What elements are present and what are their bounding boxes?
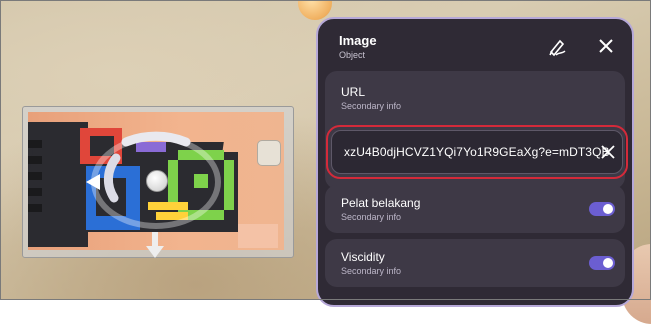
- url-secondary-info: Secondary info: [341, 101, 402, 111]
- clear-url-icon[interactable]: [600, 144, 616, 160]
- viscidity-secondary-info: Secondary info: [341, 266, 402, 276]
- url-label: URL: [341, 85, 366, 99]
- panel-subtitle: Object: [339, 50, 366, 60]
- toggle-knob: [603, 258, 613, 268]
- close-icon[interactable]: [596, 36, 616, 56]
- toggle-knob: [603, 204, 613, 214]
- hand-grab-icon[interactable]: [257, 140, 281, 166]
- backplate-label: Pelat belakang: [341, 196, 421, 210]
- move-down-arrow-icon[interactable]: [146, 232, 164, 258]
- backplate-setting: Pelat belakang Secondary info: [325, 185, 625, 233]
- viscidity-setting: Viscidity Secondary info: [325, 239, 625, 287]
- panel-title: Image: [339, 33, 377, 48]
- gizmo-center-handle[interactable]: [146, 170, 168, 192]
- viscidity-toggle[interactable]: [589, 256, 615, 270]
- backplate-toggle[interactable]: [589, 202, 615, 216]
- panel-header: Image Object: [318, 19, 632, 77]
- url-input[interactable]: xzU4B0djHCVZ1YQi7Yo1R9GEaXg?e=mDT3QB: [331, 130, 623, 174]
- image-properties-panel: Image Object URL Secondary info xzU4B0dj…: [316, 17, 634, 307]
- url-input-value[interactable]: xzU4B0djHCVZ1YQi7Yo1R9GEaXg?e=mDT3QB: [344, 145, 610, 159]
- viscidity-label: Viscidity: [341, 250, 385, 264]
- backplate-secondary-info: Secondary info: [341, 212, 402, 222]
- pen-icon[interactable]: [546, 36, 568, 58]
